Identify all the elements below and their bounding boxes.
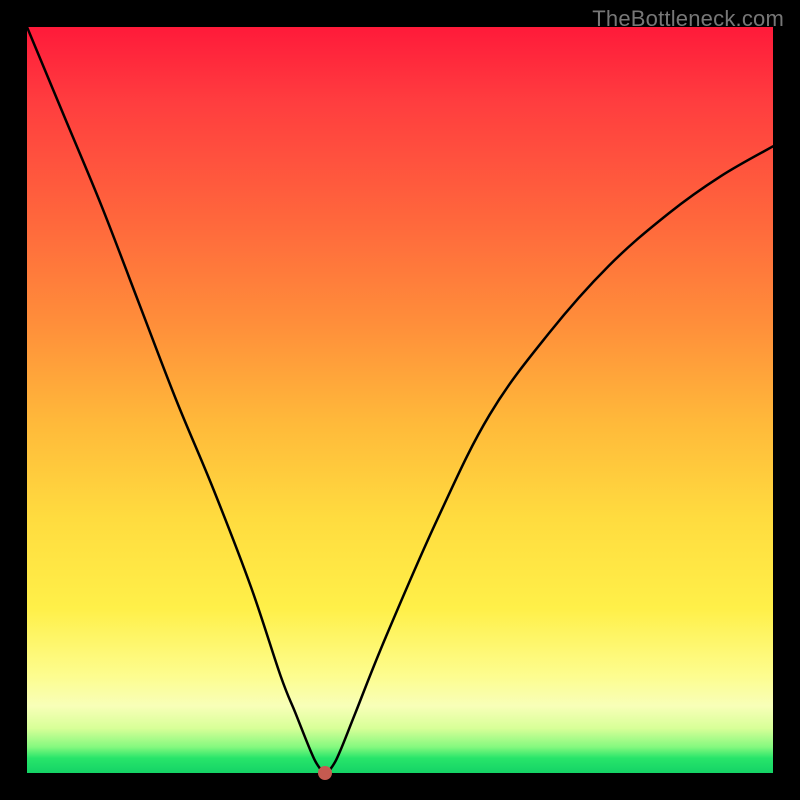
watermark-text: TheBottleneck.com — [592, 6, 784, 32]
plot-area — [27, 27, 773, 773]
minimum-marker-dot — [318, 766, 332, 780]
bottleneck-curve — [27, 27, 773, 773]
chart-frame: TheBottleneck.com — [0, 0, 800, 800]
